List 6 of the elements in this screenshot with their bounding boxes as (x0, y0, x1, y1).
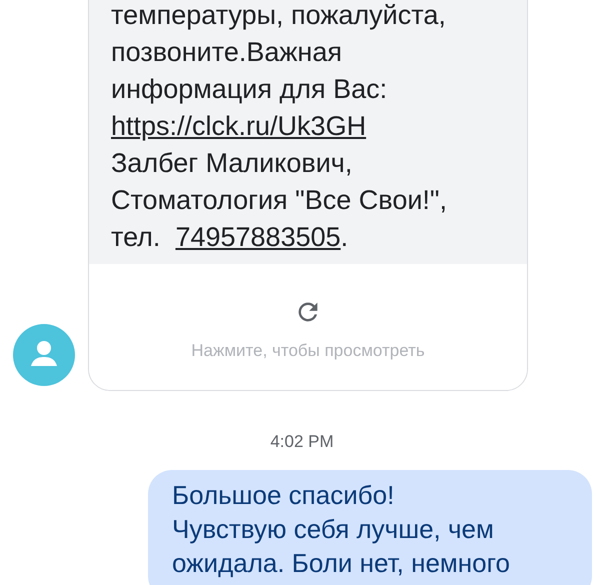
message-link[interactable]: https://clck.ru/Uk3GH (111, 111, 366, 141)
outgoing-message-text: Большое спасибо! Чувствую себя лучше, чем ожидала. Боли нет, немного (172, 479, 511, 580)
message-text: температуры, пожалуйста, позвоните.Важная информация для Вас: https://clck.ru/Uk3GH Залбег Маликович, Стоматология "Все Свои!", тел. 74957883505. (111, 0, 448, 254)
avatar-icon (13, 324, 75, 386)
message-link[interactable]: 74957883505 (175, 222, 341, 252)
message-timestamp: 4:02 PM (270, 430, 334, 452)
